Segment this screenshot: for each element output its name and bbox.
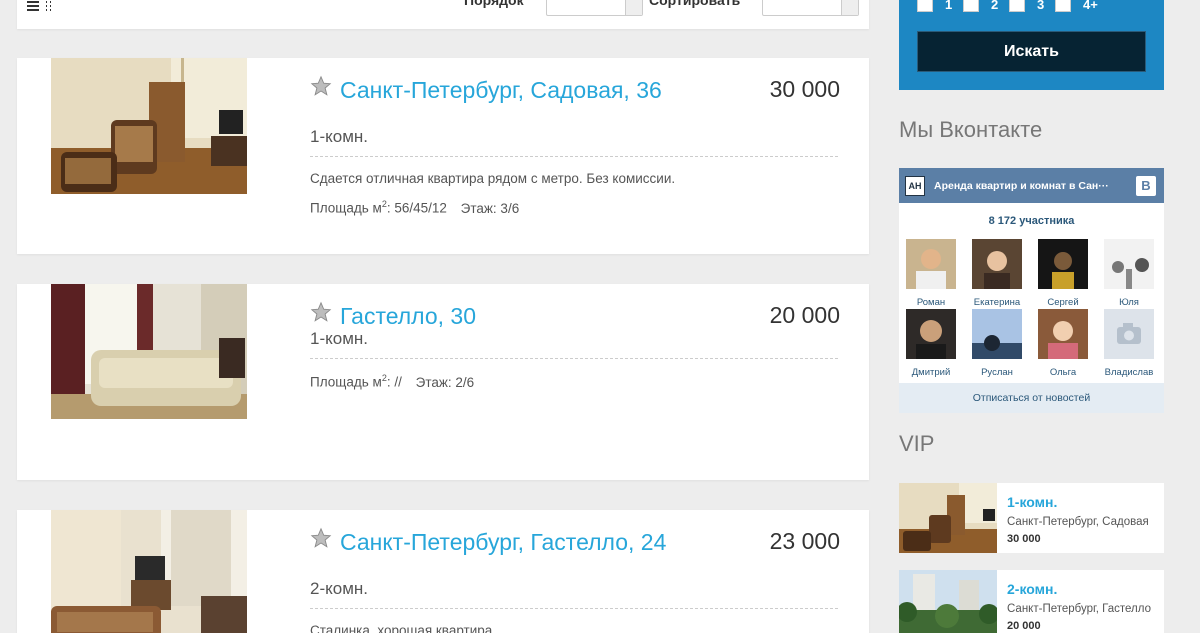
listing-card: Санкт-Петербург, Гастелло, 24 2-комн. 23… xyxy=(17,510,869,633)
member[interactable]: Сергей xyxy=(1033,239,1093,308)
listing-toolbar: Порядок Сортировать xyxy=(17,0,869,29)
camera-icon xyxy=(1104,309,1154,359)
listing-title[interactable]: Санкт-Петербург, Садовая, 36 xyxy=(310,79,670,102)
vip-rooms[interactable]: 2-комн. xyxy=(1007,581,1057,597)
search-panel: 1 2 3 4+ Искать xyxy=(899,0,1164,90)
room-option-label: 4+ xyxy=(1083,0,1098,12)
vip-heading: VIP xyxy=(899,431,935,456)
group-logo[interactable]: АН xyxy=(905,175,925,196)
vk-widget: АН Аренда квартир и комнат в Сан··· В 8 … xyxy=(899,168,1164,413)
room-filter: 1 2 3 4+ xyxy=(917,0,1109,12)
listing-rooms: 1-комн. xyxy=(310,329,368,348)
unsubscribe-link[interactable]: Отписаться от новостей xyxy=(899,383,1164,413)
member-name: Сергей xyxy=(1047,297,1079,308)
room-option[interactable]: 4+ xyxy=(1055,0,1101,12)
divider xyxy=(310,156,838,157)
divider xyxy=(310,608,838,609)
vip-rooms[interactable]: 1-комн. xyxy=(1007,494,1057,510)
members-count[interactable]: 8 172 участника xyxy=(899,215,1164,227)
group-name[interactable]: Аренда квартир и комнат в Сан··· xyxy=(934,180,1136,192)
listing-card: Санкт-Петербург, Садовая, 36 1-комн. 30 … xyxy=(17,58,869,254)
listing-description: Сдается отличная квартира рядом с метро.… xyxy=(310,171,676,186)
listing-photo[interactable] xyxy=(51,284,247,419)
listing-price: 20 000 xyxy=(769,302,840,328)
member-name: Владислав xyxy=(1104,367,1154,378)
listing-meta: Площадь м2: 56/45/12 Этаж: 3/6 xyxy=(310,199,519,216)
member[interactable]: Дмитрий xyxy=(901,309,961,378)
vip-price: 20 000 xyxy=(1007,620,1041,632)
room-option-label: 1 xyxy=(945,0,953,12)
listing-photo[interactable] xyxy=(51,510,247,633)
vip-item[interactable]: 2-комн. Санкт-Петербург, Гастелло 20 000 xyxy=(899,570,1164,633)
member[interactable]: Руслан xyxy=(967,309,1027,378)
search-button[interactable]: Искать xyxy=(917,31,1146,72)
order-label: Порядок xyxy=(464,0,524,8)
vk-heading: Мы Вконтакте xyxy=(899,117,1043,142)
member-avatar xyxy=(1104,239,1154,289)
room-checkbox[interactable] xyxy=(917,0,933,12)
sort-label: Сортировать xyxy=(649,0,741,8)
listing-description: Сталинка, хорошая квартира xyxy=(310,623,493,633)
member[interactable]: Юля xyxy=(1099,239,1159,308)
room-option-label: 2 xyxy=(991,0,999,12)
member[interactable]: Ольга xyxy=(1033,309,1093,378)
listing-card: Гастелло, 30 1-комн. 20 000 Площадь м2: … xyxy=(17,284,869,480)
area-value: : 56/45/12 xyxy=(386,200,447,216)
divider xyxy=(310,358,838,359)
grid-view-icon[interactable] xyxy=(43,1,55,11)
member-name: Ольга xyxy=(1049,367,1077,378)
member-name: Дмитрий xyxy=(911,367,951,378)
room-checkbox[interactable] xyxy=(963,0,979,12)
listing-title[interactable]: Санкт-Петербург, Гастелло, 24 xyxy=(310,531,670,554)
member-name: Роман xyxy=(916,297,946,308)
vk-logo-icon[interactable]: В xyxy=(1136,175,1156,196)
floor: Этаж: 3/6 xyxy=(460,200,520,216)
room-checkbox[interactable] xyxy=(1055,0,1071,12)
room-option[interactable]: 2 xyxy=(963,0,1001,12)
member-avatar xyxy=(972,309,1022,359)
listing-rooms: 1-комн. xyxy=(310,127,368,146)
listing-title[interactable]: Гастелло, 30 xyxy=(310,305,670,328)
listing-meta: Площадь м2: // Этаж: 2/6 xyxy=(310,373,474,390)
order-select[interactable] xyxy=(546,0,643,16)
member[interactable]: Владислав xyxy=(1099,309,1159,378)
room-option[interactable]: 1 xyxy=(917,0,955,12)
member-name: Руслан xyxy=(981,367,1013,378)
member-name: Юля xyxy=(1119,297,1139,308)
vip-photo[interactable] xyxy=(899,483,997,553)
member[interactable]: Екатерина xyxy=(967,239,1027,308)
vk-widget-header: АН Аренда квартир и комнат в Сан··· В xyxy=(899,168,1164,203)
listing-price: 23 000 xyxy=(769,528,840,554)
area-value: : // xyxy=(386,374,402,390)
room-checkbox[interactable] xyxy=(1009,0,1025,12)
member-avatar xyxy=(906,309,956,359)
vip-address: Санкт-Петербург, Гастелло xyxy=(1007,603,1152,615)
member-avatar xyxy=(972,239,1022,289)
room-option-label: 3 xyxy=(1037,0,1045,12)
area-label: Площадь м xyxy=(310,374,382,390)
member-avatar xyxy=(1038,309,1088,359)
vip-price: 30 000 xyxy=(1007,533,1041,545)
list-view-icon[interactable] xyxy=(27,1,39,11)
listing-photo[interactable] xyxy=(51,58,247,194)
vip-item[interactable]: 1-комн. Санкт-Петербург, Садовая 30 000 xyxy=(899,483,1164,553)
sort-select[interactable] xyxy=(762,0,859,16)
view-switch xyxy=(27,1,55,11)
member[interactable]: Роман xyxy=(901,239,961,308)
vip-photo[interactable] xyxy=(899,570,997,633)
vip-address: Санкт-Петербург, Садовая xyxy=(1007,516,1149,528)
member-avatar xyxy=(1038,239,1088,289)
area-label: Площадь м xyxy=(310,200,382,216)
member-avatar xyxy=(906,239,956,289)
member-name: Екатерина xyxy=(973,297,1021,308)
listing-rooms: 2-комн. xyxy=(310,579,368,598)
room-option[interactable]: 3 xyxy=(1009,0,1047,12)
floor: Этаж: 2/6 xyxy=(415,374,475,390)
listing-price: 30 000 xyxy=(769,76,840,102)
